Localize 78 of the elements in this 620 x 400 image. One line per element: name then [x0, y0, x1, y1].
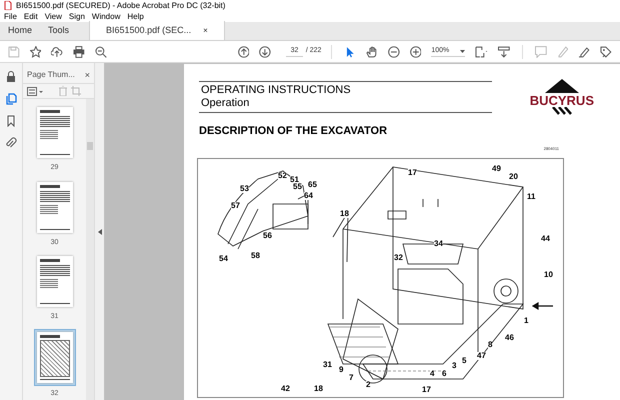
menu-item[interactable]: Help — [127, 12, 144, 20]
close-panel-button[interactable]: × — [84, 70, 90, 80]
company-logo: BUCYRUS — [530, 94, 594, 107]
page-thumbnail[interactable] — [34, 254, 74, 309]
callout-number: 7 — [349, 374, 354, 382]
callout-number: 34 — [434, 240, 443, 248]
zoom-search-icon[interactable] — [94, 46, 107, 58]
thumbnail-options-icon[interactable] — [27, 86, 43, 96]
page-up-icon[interactable] — [238, 46, 250, 58]
pointer-icon[interactable] — [344, 46, 356, 58]
page-thumbnail[interactable] — [34, 328, 76, 386]
callout-number: 3 — [452, 362, 456, 370]
menu-item[interactable]: File — [4, 12, 17, 20]
pen-sign-icon[interactable] — [578, 46, 590, 58]
tab[interactable]: Home — [0, 21, 40, 40]
arrow-icon — [532, 301, 554, 310]
close-tab-button[interactable]: × — [203, 24, 208, 36]
header-title: OPERATING INSTRUCTIONS — [201, 84, 352, 97]
callout-number: 53 — [240, 184, 249, 192]
callout-number: 44 — [541, 234, 550, 242]
star-icon[interactable] — [30, 46, 42, 58]
hand-icon[interactable] — [366, 46, 378, 58]
collapse-panel-icon[interactable] — [98, 228, 102, 234]
page-thumbnail[interactable] — [34, 180, 74, 234]
callout-number: 49 — [492, 164, 501, 172]
caret-icon[interactable] — [460, 50, 465, 52]
menu-item[interactable]: Window — [92, 12, 120, 20]
callout-number: 47 — [477, 352, 486, 360]
pages-icon[interactable] — [6, 93, 16, 105]
section-heading: DESCRIPTION OF THE EXCAVATOR — [199, 124, 388, 139]
bookmark-icon[interactable] — [6, 115, 16, 127]
callout-number: 17 — [408, 168, 417, 176]
callout-number: 54 — [219, 254, 228, 262]
callout-number: 65 — [308, 180, 317, 188]
callout-number: 10 — [544, 270, 553, 278]
page-down-icon[interactable] — [259, 46, 272, 58]
lock-icon[interactable] — [6, 71, 16, 83]
menu-item[interactable]: View — [44, 12, 62, 20]
print-icon[interactable] — [73, 46, 85, 58]
callout-number: 5 — [462, 356, 466, 364]
callout-number: 2 — [366, 380, 370, 388]
menu-item[interactable]: Sign — [68, 12, 85, 20]
cloud-upload-icon[interactable] — [51, 46, 64, 58]
callout-number: 52 — [278, 172, 287, 180]
menu-item[interactable]: Edit — [24, 12, 38, 20]
callout-number: 55 — [293, 182, 302, 190]
callout-number: 8 — [488, 340, 492, 348]
page-thumbnail[interactable] — [34, 105, 74, 160]
callout-number: 4 — [430, 370, 434, 378]
tab[interactable]: Tools — [40, 21, 78, 40]
callout-number: 56 — [263, 232, 272, 240]
callout-number: 32 — [394, 254, 403, 262]
scroll-mode-icon[interactable] — [498, 46, 510, 58]
callout-number: 20 — [509, 172, 518, 180]
callout-number: 1 — [524, 316, 528, 324]
panel-title: Page Thum... — [27, 69, 75, 81]
callout-number: 6 — [442, 370, 446, 378]
callout-number: 64 — [304, 192, 313, 200]
callout-number: 51 — [290, 176, 299, 184]
callout-number: 18 — [340, 210, 349, 218]
callout-number: 17 — [422, 386, 431, 394]
callout-number: 42 — [281, 384, 290, 392]
logo-triangle-icon — [544, 79, 579, 93]
callout-number: 57 — [231, 202, 240, 210]
header-subtitle: Operation — [201, 97, 250, 110]
pdf-app-icon — [4, 1, 12, 10]
callout-number: 11 — [527, 192, 536, 200]
tab[interactable]: BI651500.pdf (SEC... × — [89, 21, 225, 40]
window-title: BI651500.pdf (SECURED) - Adobe Acrobat Pro DC (32-bit) — [16, 2, 226, 10]
logo-stripes-icon — [552, 107, 572, 115]
callout-number: 9 — [339, 366, 344, 374]
zoom-out-icon[interactable] — [388, 46, 400, 58]
callout-number: 58 — [251, 252, 260, 260]
paperclip-icon[interactable] — [5, 137, 17, 149]
zoom-in-icon[interactable] — [410, 46, 422, 58]
callout-number: 31 — [323, 360, 332, 368]
callout-number: 18 — [314, 384, 323, 392]
callout-number: 46 — [505, 334, 514, 342]
